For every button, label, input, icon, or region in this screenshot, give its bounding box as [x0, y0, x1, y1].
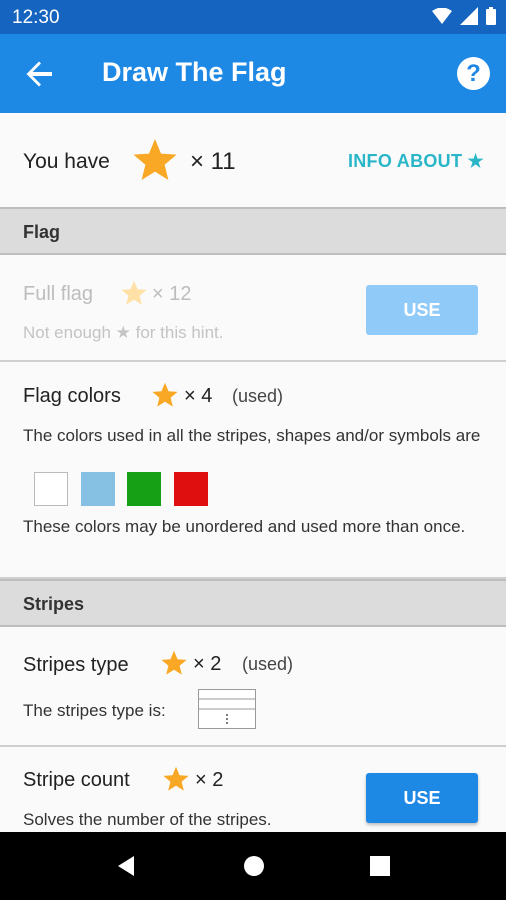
- signal-icon: [460, 7, 478, 25]
- hint-title: Stripes type: [23, 654, 129, 676]
- color-swatch-white: [34, 472, 68, 506]
- back-arrow-icon[interactable]: [24, 58, 56, 90]
- hint-card-flag-colors: Flag colors × 4 (used) The colors used i…: [0, 362, 506, 579]
- info-about-stars-link[interactable]: INFO ABOUT ★: [348, 151, 484, 172]
- section-header-flag: Flag: [0, 207, 506, 255]
- status-icons: [432, 7, 496, 25]
- section-title: Flag: [23, 222, 61, 242]
- hint-card-stripe-count: Stripe count × 2 Solves the number of th…: [0, 747, 506, 832]
- wifi-icon: [432, 8, 452, 24]
- hint-note: Not enough ★ for this hint.: [23, 323, 224, 342]
- stars-count: × 11: [190, 148, 236, 175]
- hint-used-status: (used): [242, 654, 294, 674]
- status-time: 12:30: [12, 7, 60, 28]
- system-navigation-bar: [0, 832, 506, 900]
- hint-description: The stripes type is:: [23, 701, 166, 720]
- hint-cost: × 4: [184, 385, 213, 407]
- stars-balance-label: You have: [23, 150, 110, 173]
- hint-description: The colors used in all the stripes, shap…: [23, 426, 481, 445]
- color-swatch-red: [174, 472, 208, 506]
- home-nav-icon[interactable]: [242, 854, 266, 878]
- color-swatch-green: [127, 472, 161, 506]
- recents-nav-icon[interactable]: [369, 855, 391, 877]
- star-icon: [161, 650, 187, 675]
- horizontal-stripes-icon: [198, 689, 256, 729]
- section-header-stripes: Stripes: [0, 579, 506, 627]
- section-title: Stripes: [23, 594, 85, 614]
- hint-cost: × 2: [193, 653, 222, 675]
- use-button-full-flag[interactable]: USE: [366, 285, 478, 335]
- hint-cost: × 2: [195, 769, 224, 791]
- star-icon: [121, 280, 147, 305]
- hint-title: Flag colors: [23, 385, 121, 407]
- use-button-stripe-count[interactable]: USE: [366, 773, 478, 823]
- star-icon: [152, 382, 178, 407]
- hint-cost: × 12: [152, 283, 192, 305]
- hint-card-full-flag: Full flag × 12 Not enough ★ for this hin…: [0, 259, 506, 362]
- hint-card-stripes-type: Stripes type × 2 (used) The stripes type…: [0, 631, 506, 747]
- star-icon: [133, 139, 177, 180]
- hint-title: Full flag: [23, 283, 94, 305]
- color-swatch-light-blue: [81, 472, 115, 506]
- status-bar: 12:30: [0, 0, 506, 34]
- hint-description: Solves the number of the stripes.: [23, 810, 272, 829]
- hint-note: These colors may be unordered and used m…: [23, 517, 466, 536]
- star-icon: [163, 766, 189, 791]
- back-nav-icon[interactable]: [114, 854, 138, 878]
- stars-balance-row: You have × 11 INFO ABOUT ★: [0, 113, 506, 207]
- help-icon[interactable]: ?: [457, 57, 490, 90]
- battery-icon: [486, 7, 496, 25]
- hint-title: Stripe count: [23, 769, 130, 791]
- hint-used-status: (used): [232, 386, 284, 406]
- page-title: Draw The Flag: [102, 57, 287, 87]
- app-bar: Draw The Flag ?: [0, 34, 506, 113]
